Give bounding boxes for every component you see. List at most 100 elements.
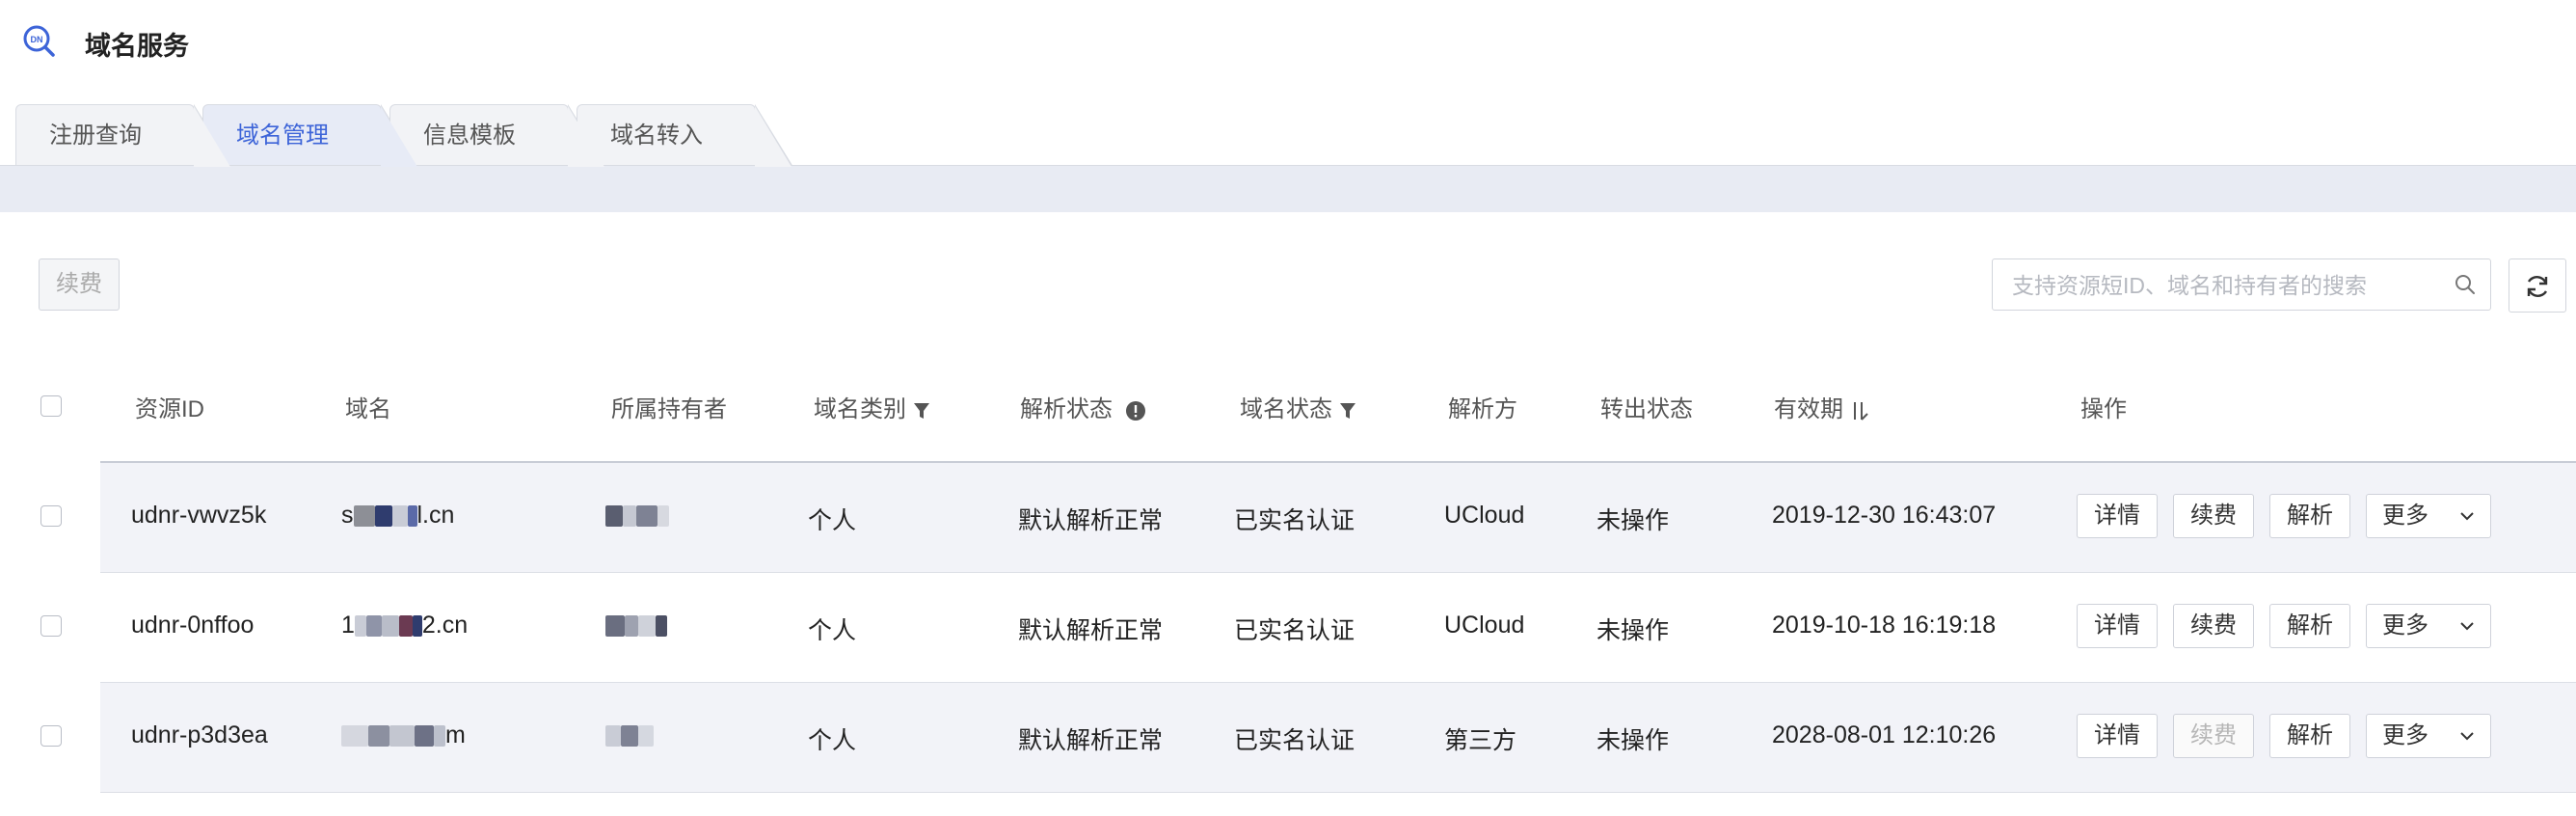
search-input[interactable] (2010, 269, 2438, 302)
detail-button[interactable]: 详情 (2077, 714, 2158, 758)
domain-suffix: 2.cn (421, 612, 469, 639)
redacted-mask (623, 505, 636, 528)
chevron-down-icon (2460, 512, 2474, 521)
page-title: 域名服务 (85, 32, 189, 61)
redacted-mask (605, 725, 621, 748)
cell-transfer-status: 未操作 (1597, 727, 1670, 754)
header-domain-status-label: 域名状态 (1240, 396, 1332, 422)
cell-domain-type: 个人 (808, 617, 857, 644)
cell-resource-id[interactable]: udnr-vwvz5k (131, 502, 266, 530)
redacted-mask (389, 725, 415, 748)
search-icon[interactable] (2454, 273, 2477, 296)
domain-logo-icon: DN (23, 25, 55, 57)
refresh-button[interactable] (2509, 258, 2566, 313)
cell-expiry: 2019-10-18 16:19:18 (1772, 612, 1997, 639)
more-label: 更多 (2382, 503, 2428, 529)
redacted-mask (353, 505, 375, 528)
domain-prefix: 1 (341, 612, 355, 639)
header-domain-type[interactable]: 域名类别 (814, 390, 930, 423)
cell-owner (605, 502, 669, 530)
cell-resource-id[interactable]: udnr-p3d3ea (131, 721, 268, 749)
header-owner: 所属持有者 (611, 396, 727, 422)
header-domain: 域名 (345, 396, 391, 422)
redacted-mask (636, 505, 657, 528)
table-row: udnr-p3d3ea m 个人 默认解析正常 已实名认证 第三方 未操作 20… (100, 683, 2576, 793)
more-label: 更多 (2382, 612, 2428, 639)
redacted-mask (605, 505, 623, 528)
row-checkbox[interactable] (40, 725, 62, 747)
cell-domain-status: 已实名认证 (1234, 617, 1355, 644)
header-actions: 操作 (2080, 396, 2127, 422)
domain-prefix: s (341, 502, 354, 529)
tab-registration-query[interactable]: 注册查询 (15, 104, 232, 167)
bulk-renew-button[interactable]: 续费 (39, 258, 120, 311)
redacted-mask (407, 505, 417, 528)
refresh-icon (2527, 276, 2548, 297)
resolve-button[interactable]: 解析 (2269, 714, 2350, 758)
cell-transfer-status: 未操作 (1597, 507, 1670, 534)
renew-button[interactable]: 续费 (2173, 604, 2254, 648)
cell-domain[interactable]: s l.cn (341, 502, 454, 530)
redacted-mask (625, 615, 638, 638)
redacted-mask (354, 615, 366, 638)
domain-suffix: l.cn (416, 502, 455, 529)
redacted-mask (605, 615, 625, 638)
cell-expiry: 2019-12-30 16:43:07 (1772, 502, 1997, 529)
more-dropdown[interactable]: 更多 (2366, 494, 2491, 538)
redacted-mask (374, 505, 392, 528)
header-domain-type-label: 域名类别 (814, 396, 906, 422)
redacted-mask (434, 725, 445, 748)
redacted-mask (391, 505, 408, 528)
cell-domain-type: 个人 (808, 507, 857, 534)
cell-owner (605, 721, 654, 749)
redacted-mask (621, 725, 638, 748)
redacted-mask (638, 725, 654, 748)
redacted-mask (638, 615, 656, 638)
cell-resource-id[interactable]: udnr-0nffoo (131, 612, 254, 639)
more-dropdown[interactable]: 更多 (2366, 714, 2491, 758)
title-bar: DN 域名服务 (0, 0, 2576, 96)
header-expiry-label: 有效期 (1774, 396, 1843, 422)
redacted-mask (381, 615, 399, 638)
cell-domain-status: 已实名认证 (1234, 507, 1355, 534)
redacted-mask (656, 615, 667, 638)
header-dns-status-label: 解析状态 (1020, 396, 1113, 422)
detail-button[interactable]: 详情 (2077, 604, 2158, 648)
cell-domain[interactable]: 1 2.cn (341, 612, 468, 639)
renew-button[interactable]: 续费 (2173, 494, 2254, 538)
redacted-mask (368, 725, 389, 748)
resolve-button[interactable]: 解析 (2269, 494, 2350, 538)
header-domain-status[interactable]: 域名状态 (1240, 390, 1356, 423)
tab-content-band (0, 165, 2576, 212)
chevron-down-icon (2460, 622, 2474, 631)
resolve-button[interactable]: 解析 (2269, 604, 2350, 648)
domain-suffix: m (445, 721, 466, 748)
search-box[interactable] (1992, 258, 2491, 311)
sort-icon[interactable] (1850, 399, 1869, 422)
svg-text:DN: DN (31, 35, 43, 44)
detail-button[interactable]: 详情 (2077, 494, 2158, 538)
cell-resolver: UCloud (1444, 612, 1525, 639)
filter-icon[interactable] (913, 401, 930, 421)
more-dropdown[interactable]: 更多 (2366, 604, 2491, 648)
header-dns-status: 解析状态 (1020, 390, 1146, 423)
select-all-checkbox[interactable] (40, 395, 62, 417)
cell-expiry: 2028-08-01 12:10:26 (1772, 721, 1997, 748)
row-checkbox[interactable] (40, 505, 62, 527)
more-label: 更多 (2382, 722, 2428, 748)
chevron-down-icon (2460, 732, 2474, 741)
cell-dns-status: 默认解析正常 (1018, 727, 1164, 754)
row-checkbox[interactable] (40, 615, 62, 637)
table-row: udnr-vwvz5k s l.cn 个人 默认解析正常 已实名认证 UCloud… (100, 463, 2576, 573)
info-icon[interactable] (1125, 400, 1146, 422)
cell-domain[interactable]: m (341, 721, 466, 749)
redacted-mask (415, 725, 434, 748)
redacted-mask (365, 615, 382, 638)
redacted-mask (412, 615, 422, 638)
header-resource-id: 资源ID (135, 396, 204, 422)
filter-icon[interactable] (1339, 401, 1356, 421)
header-expiry[interactable]: 有效期 (1774, 390, 1869, 423)
cell-resolver: UCloud (1444, 502, 1525, 529)
renew-button-disabled: 续费 (2173, 714, 2254, 758)
cell-owner (605, 612, 667, 639)
